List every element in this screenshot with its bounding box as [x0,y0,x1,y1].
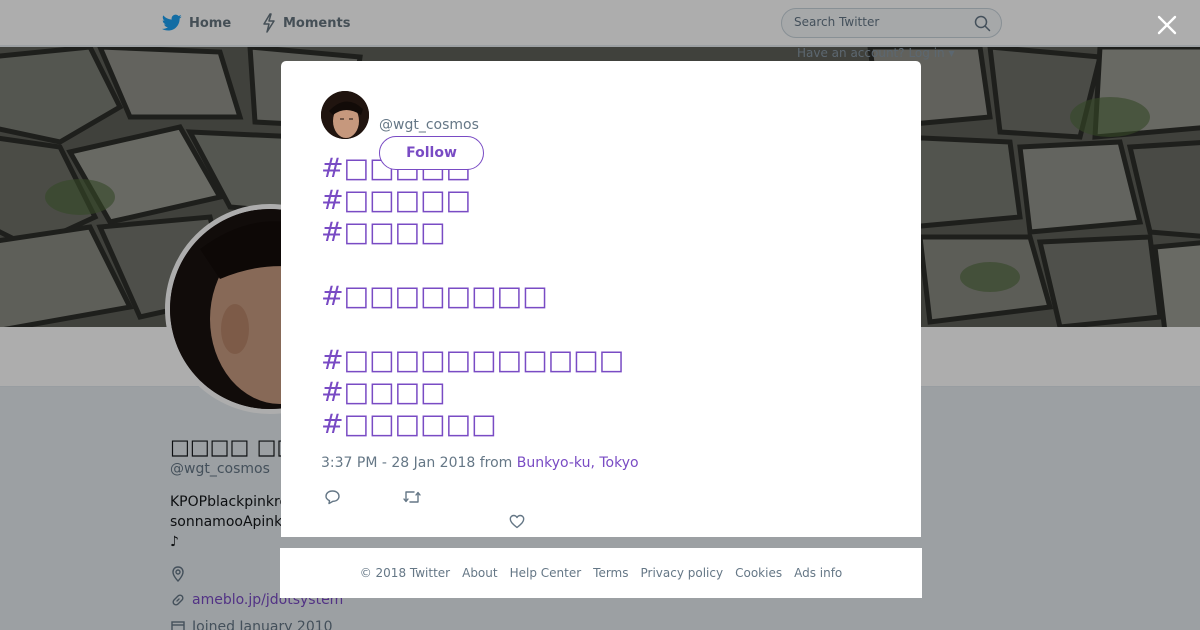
hashtag-link[interactable]: #□□□□ [321,377,881,409]
footer-copyright: © 2018 Twitter [359,566,451,580]
modal-footer: © 2018 Twitter About Help Center Terms P… [280,548,922,598]
reply-icon [324,490,340,505]
footer-link-terms[interactable]: Terms [593,566,628,580]
retweet-icon [403,491,421,503]
close-button[interactable] [1152,10,1182,40]
footer-link-ads-info[interactable]: Ads info [794,566,842,580]
tweet-text: #□□□□□ #□□□□□ #□□□□ #□□□□□□□□ #□□□□□□□□□… [321,153,881,441]
close-icon [1157,15,1177,35]
footer-link-privacy-policy[interactable]: Privacy policy [641,566,724,580]
footer-link-help-center[interactable]: Help Center [510,566,582,580]
hashtag-link[interactable]: #□□□□□□□□□□□ [321,345,881,377]
hashtag-link[interactable]: #□□□□□□□□ [321,281,881,313]
tweet-author-avatar[interactable] [321,91,369,139]
hashtag-link[interactable]: #□□□□□ [321,185,881,217]
tweet-line-break [321,313,881,345]
footer-link-cookies[interactable]: Cookies [735,566,782,580]
retweet-button[interactable] [400,485,424,509]
tweet-location-link[interactable]: Bunkyo-ku, Tokyo [517,455,639,471]
tweet-timestamp[interactable]: 3:37 PM - 28 Jan 2018 from [321,455,517,471]
reply-button[interactable] [320,485,344,509]
tweet-line-break [321,249,881,281]
tweet-metadata: 3:37 PM - 28 Jan 2018 from Bunkyo-ku, To… [321,455,639,471]
like-button[interactable] [505,509,529,533]
tweet-modal: @wgt_cosmos #□□□□□ #□□□□□ #□□□□ #□□□□□□□… [281,61,921,537]
tweet-author-handle[interactable]: @wgt_cosmos [379,117,479,133]
follow-button[interactable]: Follow [379,136,484,170]
hashtag-link[interactable]: #□□□□□□ [321,409,881,441]
footer-link-about[interactable]: About [462,566,497,580]
hashtag-link[interactable]: #□□□□ [321,217,881,249]
author-photo-image [321,91,369,139]
heart-icon [509,514,525,528]
